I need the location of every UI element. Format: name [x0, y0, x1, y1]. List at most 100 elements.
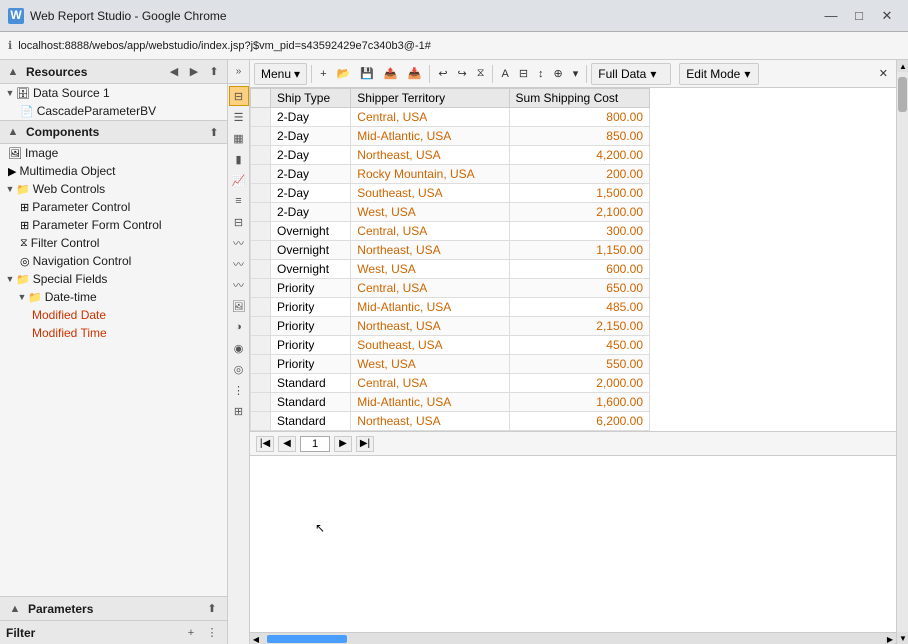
components-controls[interactable]: ⬆	[205, 123, 223, 141]
strip-icon-wave[interactable]: 〰	[229, 233, 249, 253]
strip-icon-list[interactable]: ≡	[229, 191, 249, 211]
strip-icon-gauge2[interactable]: ◎	[229, 359, 249, 379]
filter-menu-btn[interactable]: ⋮	[203, 624, 221, 642]
parameters-collapse-btn[interactable]: ▲	[6, 600, 24, 618]
modified-date-label: Modified Date	[32, 308, 106, 322]
save-btn[interactable]: 💾	[356, 63, 378, 85]
url-text: localhost:8888/webos/app/webstudio/index…	[18, 40, 900, 52]
strip-icon-layout2[interactable]: ▦	[229, 128, 249, 148]
v-scrollbar-track[interactable]	[897, 72, 908, 632]
filter-control-item[interactable]: ⧖ Filter Control	[0, 234, 227, 252]
scroll-down-btn[interactable]: ▼	[897, 632, 908, 644]
navigation-control-item[interactable]: ◎ Navigation Control	[0, 252, 227, 270]
edit-mode-select[interactable]: Edit Mode ▾	[679, 63, 759, 85]
web-controls-group[interactable]: ▼ 📁 Web Controls	[0, 180, 227, 198]
strip-icon-wave2[interactable]: 〰	[229, 254, 249, 274]
date-time-label: Date-time	[45, 290, 97, 304]
v-scroll-thumb[interactable]	[898, 77, 907, 112]
date-time-group[interactable]: ▼ 📁 Date-time	[0, 288, 227, 306]
minimize-button[interactable]: —	[818, 6, 844, 26]
text-btn[interactable]: A	[497, 63, 512, 85]
strip-icon-dots[interactable]: ⋮	[229, 380, 249, 400]
col-header-cost: Sum Shipping Cost	[509, 89, 649, 108]
window-controls[interactable]: — □ ✕	[818, 6, 900, 26]
close-toolbar-btn[interactable]: ✕	[875, 63, 892, 85]
strip-icon-pie[interactable]: ◑	[229, 317, 249, 337]
h-scroll-thumb[interactable]	[267, 635, 347, 643]
strip-icon-layout1[interactable]: ☰	[229, 107, 249, 127]
empty-report-area: ↖	[250, 456, 896, 632]
report-table-container: Ship Type Shipper Territory Sum Shipping…	[250, 88, 896, 432]
filter-btn[interactable]: ⧖	[473, 63, 489, 85]
resources-collapse-btn[interactable]: ▲	[4, 63, 22, 81]
strip-icon-chart-bar[interactable]: ▮	[229, 149, 249, 169]
components-collapse-btn[interactable]: ▲	[4, 123, 22, 141]
redo-btn[interactable]: ↪	[454, 63, 471, 85]
close-window-button[interactable]: ✕	[874, 6, 900, 26]
scroll-up-btn[interactable]: ▲	[897, 60, 908, 72]
special-fields-toggle[interactable]: ▼	[4, 273, 16, 285]
parameters-expand-btn[interactable]: ⬆	[203, 600, 221, 618]
special-fields-group[interactable]: ▼ 📁 Special Fields	[0, 270, 227, 288]
param-control-item[interactable]: ⊞ Parameter Control	[0, 198, 227, 216]
export-btn[interactable]: 📤	[380, 63, 402, 85]
more-btn[interactable]: ▾	[569, 63, 583, 85]
right-scrollbar[interactable]: ▲ ▼	[896, 60, 908, 644]
page-next-btn[interactable]: ▶	[334, 436, 352, 452]
undo-btn[interactable]: ↩	[434, 63, 451, 85]
bottom-scrollbar[interactable]: ◀ ▶	[250, 632, 896, 644]
menu-button[interactable]: Menu ▾	[254, 63, 307, 85]
row-number	[251, 108, 271, 127]
date-time-toggle[interactable]: ▼	[16, 291, 28, 303]
modified-date-item[interactable]: Modified Date	[0, 306, 227, 324]
sep3	[492, 65, 493, 83]
sort-btn[interactable]: ↕	[534, 63, 548, 85]
open-folder-btn[interactable]: 📂	[333, 63, 355, 85]
page-last-btn[interactable]: ▶|	[356, 436, 374, 452]
multimedia-item[interactable]: ▶ Multimedia Object	[0, 162, 227, 180]
table-body: 2-DayCentral, USA800.002-DayMid-Atlantic…	[251, 108, 650, 431]
cascade-param-label: CascadeParameterBV	[37, 104, 156, 118]
page-first-btn[interactable]: |◀	[256, 436, 274, 452]
resources-nav-right[interactable]: ▶	[185, 63, 203, 81]
filter-control-label: Filter Control	[31, 236, 100, 250]
modified-time-item[interactable]: Modified Time	[0, 324, 227, 342]
strip-top-arrow[interactable]: »	[228, 60, 249, 84]
align-btn[interactable]: ⊟	[515, 63, 532, 85]
page-prev-btn[interactable]: ◀	[278, 436, 296, 452]
scroll-left-btn[interactable]: ◀	[250, 633, 262, 644]
ds-toggle[interactable]: ▼	[4, 87, 16, 99]
special-fields-title: Special Fields	[33, 272, 108, 286]
cell-ship-type: 2-Day	[271, 184, 351, 203]
web-controls-toggle[interactable]: ▼	[4, 183, 16, 195]
left-panel: ▲ Resources ◀ ▶ ⬆ ▼ 🗄 Data Source 1 📄 Ca…	[0, 60, 228, 644]
page-input[interactable]	[300, 436, 330, 452]
strip-icon-gauge[interactable]: ◉	[229, 338, 249, 358]
import-btn[interactable]: 📥	[404, 63, 426, 85]
strip-icon-list2[interactable]: ⊟	[229, 212, 249, 232]
filter-add-btn[interactable]: +	[182, 624, 200, 642]
components-expand[interactable]: ⬆	[205, 123, 223, 141]
cell-ship-type: Standard	[271, 374, 351, 393]
parameters-title: Parameters	[28, 602, 93, 616]
strip-icon-table[interactable]: ⊟	[229, 86, 249, 106]
full-data-select[interactable]: Full Data ▾	[591, 63, 671, 85]
group-btn[interactable]: ⊕	[550, 63, 567, 85]
cell-territory: Northeast, USA	[351, 146, 509, 165]
resources-expand[interactable]: ⬆	[205, 63, 223, 81]
strip-icon-chart-line[interactable]: 📈	[229, 170, 249, 190]
table-row: 2-DayRocky Mountain, USA200.00	[251, 165, 650, 184]
cascade-param-item[interactable]: 📄 CascadeParameterBV	[0, 102, 227, 120]
strip-icon-image[interactable]: 🖼	[229, 296, 249, 316]
new-btn[interactable]: +	[316, 63, 330, 85]
image-item[interactable]: 🖼 Image	[0, 144, 227, 162]
scroll-right-btn[interactable]: ▶	[884, 633, 896, 644]
strip-icon-grid[interactable]: ⊞	[229, 401, 249, 421]
maximize-button[interactable]: □	[846, 6, 872, 26]
resources-nav-left[interactable]: ◀	[165, 63, 183, 81]
data-source-item[interactable]: ▼ 🗄 Data Source 1	[0, 84, 227, 102]
resources-controls[interactable]: ◀ ▶ ⬆	[165, 63, 223, 81]
h-scrollbar-track[interactable]	[262, 633, 884, 644]
strip-icon-wave3[interactable]: 〰	[229, 275, 249, 295]
param-form-item[interactable]: ⊞ Parameter Form Control	[0, 216, 227, 234]
